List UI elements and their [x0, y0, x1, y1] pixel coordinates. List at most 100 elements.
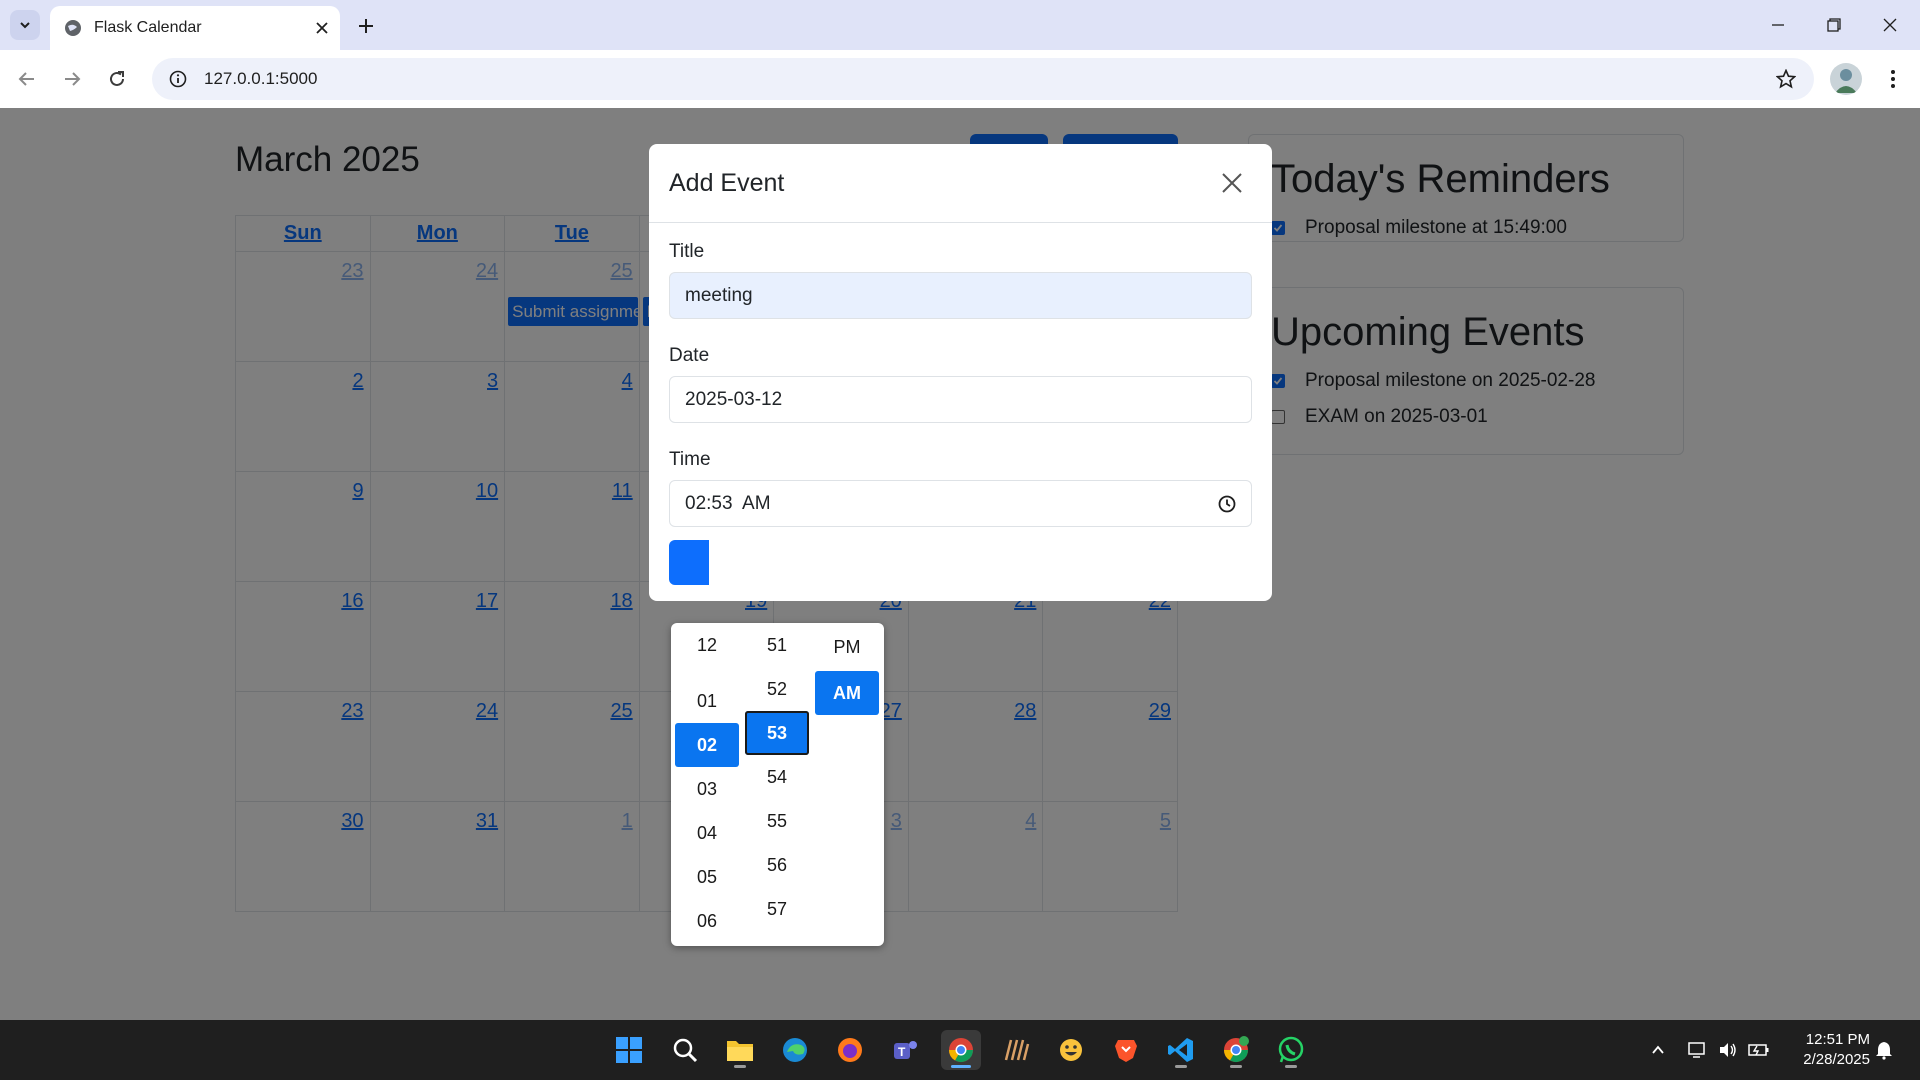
close-window-button[interactable]	[1862, 0, 1918, 50]
search-icon	[673, 1038, 698, 1063]
hour-option[interactable]: 01	[675, 679, 739, 723]
edge-icon	[783, 1038, 807, 1062]
close-icon	[1883, 18, 1897, 32]
chevron-down-icon	[20, 22, 30, 29]
running-indicator	[734, 1065, 746, 1068]
app-button-emoji[interactable]	[1051, 1030, 1091, 1070]
url-text: 127.0.0.1:5000	[204, 69, 318, 88]
network-icon[interactable]	[1688, 1041, 1708, 1059]
tab-close-button[interactable]	[304, 10, 340, 46]
date-input-value: 2025-03-12	[685, 388, 783, 410]
hour-option[interactable]: 03	[675, 767, 739, 811]
restore-icon	[1827, 18, 1841, 32]
globe-icon	[65, 20, 81, 36]
minute-option[interactable]: 54	[745, 755, 809, 799]
running-indicator	[1285, 1065, 1297, 1068]
plus-icon	[359, 19, 373, 33]
hour-option[interactable]: 04	[675, 811, 739, 855]
firefox-icon	[838, 1038, 862, 1062]
battery-icon[interactable]	[1748, 1041, 1770, 1059]
restore-button[interactable]	[1806, 0, 1862, 50]
title-label: Title	[669, 241, 705, 262]
browser-toolbar: 127.0.0.1:5000	[0, 50, 1920, 108]
add-event-modal: Add Event Title meeting Date 2025-03-12 …	[649, 144, 1272, 601]
teams-icon: T	[894, 1041, 917, 1059]
browser-tab[interactable]: Flask Calendar	[50, 6, 340, 50]
clock-time: 12:51 PM	[1805, 1031, 1870, 1048]
time-picker-popup: 12 01 02 03 04 05 06 51 52 53 54 55 56 57 PM AM	[671, 623, 884, 946]
vscode-icon	[1168, 1038, 1193, 1062]
time-input[interactable]: 02:53 AM	[669, 480, 1252, 527]
browser-tab-bar: Flask Calendar	[0, 0, 1920, 50]
chrome-icon	[1224, 1036, 1249, 1063]
brave-icon	[1115, 1040, 1137, 1062]
clock-date: 2/28/2025	[1803, 1051, 1870, 1068]
forward-button[interactable]	[55, 62, 89, 96]
period-option[interactable]: AM	[815, 671, 879, 715]
folder-icon	[727, 1041, 753, 1061]
avatar-icon	[1835, 69, 1857, 93]
modal-title: Add Event	[669, 168, 785, 197]
hour-option[interactable]: 05	[675, 855, 739, 899]
chrome-button[interactable]	[941, 1030, 981, 1070]
submit-button[interactable]	[669, 540, 709, 585]
minimize-button[interactable]	[1750, 0, 1806, 50]
bookmark-button[interactable]	[1766, 59, 1806, 99]
system-tray	[1650, 1020, 1770, 1080]
taskbar-clock[interactable]: 12:51 PM 2/28/2025	[1790, 1030, 1870, 1070]
clock-icon[interactable]	[1218, 495, 1236, 513]
new-tab-button[interactable]	[350, 10, 382, 42]
profile-avatar[interactable]	[1830, 63, 1862, 95]
chevron-up-icon[interactable]	[1650, 1042, 1666, 1058]
hour-option[interactable]: 12	[675, 623, 739, 667]
title-input-value: meeting	[685, 284, 753, 306]
brave-button[interactable]	[1106, 1030, 1146, 1070]
close-icon	[316, 22, 328, 34]
emoji-icon	[1060, 1039, 1082, 1061]
app-button-stripes[interactable]	[996, 1030, 1036, 1070]
teams-button[interactable]: T	[885, 1030, 925, 1070]
firefox-button[interactable]	[830, 1030, 870, 1070]
info-icon	[169, 70, 187, 88]
address-bar[interactable]: 127.0.0.1:5000	[152, 58, 1814, 100]
minute-option[interactable]: 52	[745, 667, 809, 711]
search-button[interactable]	[665, 1030, 705, 1070]
time-label: Time	[669, 449, 711, 470]
tab-title: Flask Calendar	[94, 19, 202, 36]
volume-icon[interactable]	[1718, 1041, 1738, 1059]
page-content: March 2025 SunMonTueWedThuFriSat 232425S…	[0, 108, 1920, 1020]
minute-option[interactable]: 51	[745, 623, 809, 667]
file-explorer-button[interactable]	[720, 1030, 760, 1070]
running-indicator	[1175, 1065, 1187, 1068]
title-input[interactable]: meeting	[669, 272, 1252, 319]
minimize-icon	[1772, 24, 1784, 26]
notification-area	[1874, 1020, 1894, 1080]
tab-search-dropdown-button[interactable]	[10, 10, 40, 40]
notification-bell-icon[interactable]	[1874, 1040, 1894, 1060]
close-icon	[1222, 173, 1242, 193]
modal-body: Title meeting Date 2025-03-12 Time 02:53…	[649, 223, 1272, 571]
back-button[interactable]	[10, 62, 44, 96]
hour-option[interactable]: 06	[675, 899, 739, 943]
vscode-button[interactable]	[1161, 1030, 1201, 1070]
edge-button[interactable]	[775, 1030, 815, 1070]
minute-option[interactable]: 53	[745, 711, 809, 755]
period-option[interactable]: PM	[815, 625, 879, 669]
modal-close-button[interactable]	[1212, 163, 1252, 203]
active-indicator	[951, 1065, 971, 1068]
svg-text:T: T	[898, 1045, 906, 1059]
hour-option[interactable]: 02	[675, 723, 739, 767]
star-icon	[1776, 69, 1796, 89]
start-button[interactable]	[609, 1030, 649, 1070]
browser-menu-button[interactable]	[1876, 62, 1910, 96]
whatsapp-button[interactable]	[1271, 1030, 1311, 1070]
date-input[interactable]: 2025-03-12	[669, 376, 1252, 423]
site-info-button[interactable]	[158, 59, 198, 99]
minute-option[interactable]: 56	[745, 843, 809, 887]
chrome-icon	[949, 1038, 973, 1063]
minute-option[interactable]: 57	[745, 887, 809, 931]
reload-button[interactable]	[100, 62, 134, 96]
chrome-profile-button[interactable]	[1216, 1030, 1256, 1070]
minute-option[interactable]: 55	[745, 799, 809, 843]
reload-icon	[110, 71, 124, 86]
